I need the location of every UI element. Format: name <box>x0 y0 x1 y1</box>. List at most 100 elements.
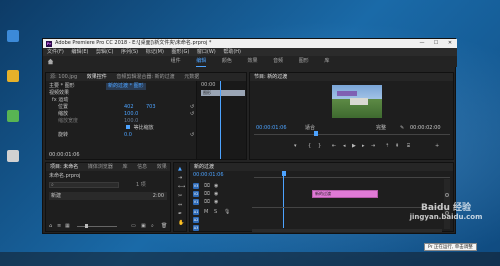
tab-project[interactable]: 项目: 未命名 <box>50 164 78 170</box>
workspace-effects[interactable]: 效果 <box>247 56 257 67</box>
tab-program[interactable]: 节目: 新的过渡 <box>254 74 287 80</box>
workspace-graphics[interactable]: 图形 <box>299 56 309 67</box>
v1-sync-lock-icon[interactable]: ⌧ <box>204 199 210 205</box>
scale-value[interactable]: 100.0 <box>124 111 138 118</box>
workspace-color[interactable]: 颜色 <box>222 56 232 67</box>
go-to-in-icon[interactable]: ⇤ <box>332 143 336 149</box>
go-to-out-icon[interactable]: ⇥ <box>371 143 375 149</box>
sequence-line[interactable]: 新的过渡 * 图形 <box>106 83 146 90</box>
program-timecode-left[interactable]: 00:00:01:06 <box>256 125 287 132</box>
desktop-app-icon[interactable] <box>7 110 19 122</box>
home-icon[interactable] <box>47 58 54 65</box>
step-back-icon[interactable]: ◂ <box>343 143 346 149</box>
quality-dropdown[interactable]: 完整 <box>376 125 386 132</box>
step-forward-icon[interactable]: ▸ <box>362 143 365 149</box>
menu-graphics[interactable]: 图形(G) <box>172 49 190 55</box>
reset-position-icon[interactable]: ↺ <box>190 104 194 110</box>
row-uniform-scale[interactable]: 等比缩放 <box>126 125 154 132</box>
marker-icon[interactable]: ▾ <box>294 143 297 149</box>
razor-tool-icon[interactable]: ✂ <box>178 193 182 199</box>
effect-mini-timeline[interactable]: 00:00 图形 <box>196 81 246 159</box>
workspace-editing[interactable]: 编辑 <box>196 57 207 67</box>
menu-marker[interactable]: 标记(M) <box>146 49 164 55</box>
menu-sequence[interactable]: 序列(S) <box>121 49 138 55</box>
fx-motion[interactable]: fx 运动 <box>52 97 68 104</box>
icon-view-icon[interactable]: ▦ <box>65 223 70 229</box>
menu-window[interactable]: 窗口(W) <box>197 49 216 55</box>
mini-playhead[interactable] <box>220 81 221 159</box>
project-search-input[interactable]: ⌕ <box>49 182 119 188</box>
track-target-v3[interactable]: V3 <box>193 183 199 189</box>
add-button-icon[interactable]: + <box>435 143 439 149</box>
extract-icon[interactable]: ⇞ <box>395 143 399 149</box>
track-target-a3[interactable]: A3 <box>193 225 199 231</box>
tab-audio-mixer[interactable]: 音频剪辑混合器: 新的过渡 <box>116 74 174 80</box>
tab-effects[interactable]: 效果 <box>157 164 167 170</box>
track-target-a1[interactable]: A1 <box>193 209 199 215</box>
zoom-slider[interactable] <box>77 226 117 227</box>
export-frame-icon[interactable]: ⌸ <box>407 143 410 149</box>
hand-tool-icon[interactable]: ✋ <box>178 220 184 226</box>
menu-clip[interactable]: 剪辑(C) <box>96 49 113 55</box>
desktop-file-icon[interactable] <box>7 150 19 162</box>
program-scrubber[interactable] <box>254 134 450 135</box>
reset-rotation-icon[interactable]: ↺ <box>190 132 194 138</box>
desktop-folder-icon[interactable] <box>7 70 19 82</box>
lock-icon[interactable]: ⌂ <box>49 223 52 229</box>
project-list-item[interactable]: 新建 2:00 <box>49 192 167 200</box>
settings-wrench-icon[interactable]: ✎ <box>400 125 404 131</box>
list-view-icon[interactable]: ≡ <box>57 223 61 229</box>
scroll-handle-top[interactable] <box>445 193 449 197</box>
position-x-value[interactable]: 402 <box>124 104 134 111</box>
menu-help[interactable]: 帮助(H) <box>223 49 241 55</box>
new-item-icon[interactable]: ▣ <box>141 223 146 229</box>
minimize-button[interactable]: — <box>415 39 429 48</box>
v2-visibility-icon[interactable]: ◉ <box>214 191 218 197</box>
tab-metadata[interactable]: 元数据 <box>184 74 199 80</box>
v1-visibility-icon[interactable]: ◉ <box>214 199 218 205</box>
a1-solo-icon[interactable]: S <box>214 209 217 215</box>
tab-info[interactable]: 信息 <box>137 164 147 170</box>
effect-controls-timecode[interactable]: 00:00:01:06 <box>49 152 80 159</box>
find-icon[interactable]: ⌕ <box>151 223 154 229</box>
menu-file[interactable]: 文件(F) <box>47 49 64 55</box>
tab-effect-controls[interactable]: 效果控件 <box>87 74 107 80</box>
position-y-value[interactable]: 703 <box>146 104 156 111</box>
track-select-tool-icon[interactable]: ⇥ <box>178 175 182 181</box>
v3-visibility-icon[interactable]: ◉ <box>214 183 218 189</box>
track-target-a2[interactable]: A2 <box>193 217 199 223</box>
mark-in-icon[interactable]: { <box>308 143 311 149</box>
tab-libraries[interactable]: 库 <box>122 164 127 170</box>
mini-timeline-clip[interactable]: 图形 <box>201 90 245 96</box>
workspace-assembly[interactable]: 组件 <box>171 56 181 67</box>
v2-sync-lock-icon[interactable]: ⌧ <box>204 191 210 197</box>
play-icon[interactable]: ▶ <box>352 143 356 149</box>
a1-mute-icon[interactable]: M <box>204 209 208 215</box>
close-button[interactable]: ✕ <box>443 39 457 48</box>
slip-tool-icon[interactable]: ⇔ <box>178 202 182 208</box>
menu-edit[interactable]: 编辑(E) <box>71 49 88 55</box>
tab-sequence[interactable]: 新的过渡 <box>194 164 214 170</box>
pen-tool-icon[interactable]: ✒ <box>178 211 182 217</box>
tab-source[interactable]: 源: 100.jpg <box>50 74 77 80</box>
maximize-button[interactable]: ☐ <box>429 39 443 48</box>
desktop-shortcut-icon[interactable] <box>7 30 19 42</box>
timeline-clip-graphic[interactable]: 新的过渡 <box>312 190 378 198</box>
rotation-value[interactable]: 0.0 <box>124 132 132 139</box>
reset-scale-icon[interactable]: ↺ <box>190 111 194 117</box>
a1-mic-icon[interactable]: 🎙 <box>224 209 230 215</box>
track-target-v2[interactable]: V2 <box>193 191 199 197</box>
program-playhead[interactable] <box>314 131 318 136</box>
clear-icon[interactable]: 🗑 <box>161 223 167 229</box>
selection-tool-icon[interactable]: ▲ <box>178 166 182 172</box>
new-bin-icon[interactable]: ▭ <box>131 223 136 229</box>
track-target-v1[interactable]: V1 <box>193 199 199 205</box>
mark-out-icon[interactable]: } <box>318 143 321 149</box>
workspace-audio[interactable]: 音频 <box>273 56 283 67</box>
lift-icon[interactable]: ⇡ <box>385 143 389 149</box>
tab-media-browser[interactable]: 媒体浏览器 <box>88 164 113 170</box>
v3-sync-lock-icon[interactable]: ⌧ <box>204 183 210 189</box>
ripple-edit-tool-icon[interactable]: ⟷ <box>178 184 185 190</box>
timeline-timecode[interactable]: 00:00:01:06 <box>193 172 224 179</box>
zoom-slider-handle[interactable] <box>85 224 88 228</box>
